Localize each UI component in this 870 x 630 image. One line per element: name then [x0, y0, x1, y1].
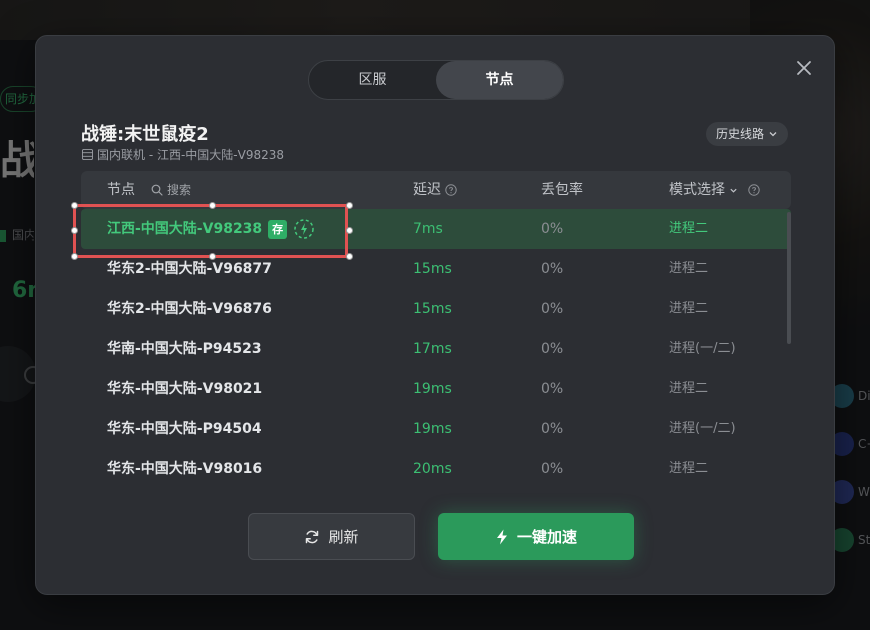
table-row[interactable]: 华东2-中国大陆-V96876 15ms 0% 进程二 [81, 289, 791, 329]
loss-cell: 0% [541, 341, 564, 357]
node-name: 华南-中国大陆-P94523 [107, 341, 262, 357]
refresh-label: 刷新 [328, 528, 359, 546]
view-tabs: 区服 节点 [308, 60, 564, 100]
table-header: 节点 搜索 延迟 丢包率 模式选择 [81, 171, 791, 209]
delay-cell: 20ms [413, 461, 452, 477]
history-routes-label: 历史线路 [715, 127, 764, 141]
lightning-icon [496, 529, 507, 544]
close-icon [797, 61, 811, 75]
tab-node[interactable]: 节点 [436, 61, 563, 99]
help-icon[interactable] [748, 184, 760, 196]
current-route-text: 国内联机 - 江西-中国大陆-V98238 [97, 148, 285, 162]
chevron-down-icon [730, 188, 737, 193]
loss-cell: 0% [541, 261, 564, 277]
help-icon[interactable] [445, 184, 457, 196]
search-icon [151, 184, 163, 196]
mode-cell: 进程二 [669, 301, 709, 316]
table-row[interactable]: 华南-中国大陆-P94523 17ms 0% 进程(一/二) [81, 329, 791, 369]
loss-cell: 0% [541, 301, 564, 317]
mode-cell: 进程(一/二) [669, 341, 736, 356]
table-row[interactable]: 江西-中国大陆-V98238 存 7ms 0% 进程二 [81, 209, 791, 249]
boost-status-icon [294, 219, 314, 239]
header-loss: 丢包率 [541, 182, 583, 198]
mode-cell: 进程二 [669, 261, 709, 276]
node-search-input[interactable]: 搜索 [151, 171, 191, 209]
node-name: 华东2-中国大陆-V96876 [107, 301, 272, 317]
loss-cell: 0% [541, 421, 564, 437]
saved-badge: 存 [268, 219, 288, 239]
refresh-button[interactable]: 刷新 [248, 513, 415, 560]
mode-cell: 进程二 [669, 381, 709, 396]
boost-label: 一键加速 [516, 528, 577, 546]
search-placeholder: 搜索 [167, 183, 192, 197]
delay-cell: 15ms [413, 301, 452, 317]
header-mode-select[interactable]: 模式选择 [669, 171, 760, 209]
table-row[interactable]: 华东-中国大陆-V98016 20ms 0% 进程二 [81, 449, 791, 489]
node-name: 华东-中国大陆-V98016 [107, 461, 263, 477]
header-mode-label: 模式选择 [669, 182, 725, 198]
resize-handle [71, 202, 78, 209]
table-row[interactable]: 华东-中国大陆-P94504 19ms 0% 进程(一/二) [81, 409, 791, 449]
close-button[interactable] [792, 56, 816, 80]
node-name: 华东2-中国大陆-V96877 [107, 261, 272, 277]
history-routes-button[interactable]: 历史线路 [705, 122, 788, 146]
table-row[interactable]: 华东-中国大陆-V98021 19ms 0% 进程二 [81, 369, 791, 409]
node-name: 华东-中国大陆-V98021 [107, 381, 263, 397]
loss-cell: 0% [541, 221, 564, 237]
loss-cell: 0% [541, 461, 564, 477]
node-table: 节点 搜索 延迟 丢包率 模式选择 江西-中国大陆-V98238 存 7ms 0… [81, 171, 791, 489]
refresh-icon [306, 530, 319, 543]
server-icon [82, 149, 93, 160]
resize-handle [71, 253, 78, 260]
loss-cell: 0% [541, 381, 564, 397]
tab-server[interactable]: 区服 [309, 61, 436, 99]
node-name-cell: 江西-中国大陆-V98238 存 [107, 209, 315, 249]
one-click-boost-button[interactable]: 一键加速 [438, 513, 634, 560]
table-row[interactable]: 华东2-中国大陆-V96877 15ms 0% 进程二 [81, 249, 791, 289]
mode-cell: 进程二 [669, 221, 709, 236]
table-scrollbar[interactable] [787, 212, 791, 344]
chevron-down-icon [769, 132, 777, 137]
delay-cell: 15ms [413, 261, 452, 277]
delay-cell: 17ms [413, 341, 452, 357]
header-delay-label: 延迟 [413, 182, 441, 198]
mode-cell: 进程二 [669, 461, 709, 476]
delay-cell: 19ms [413, 381, 452, 397]
node-name: 华东-中国大陆-P94504 [107, 421, 262, 437]
mode-cell: 进程(一/二) [669, 421, 736, 436]
node-select-dialog: 区服 节点 战锤:末世鼠疫2 国内联机 - 江西-中国大陆-V98238 历史线… [35, 35, 835, 595]
current-route: 国内联机 - 江西-中国大陆-V98238 [82, 146, 284, 163]
game-title: 战锤:末世鼠疫2 [81, 124, 209, 145]
delay-cell: 19ms [413, 421, 452, 437]
node-name: 江西-中国大陆-V98238 [107, 221, 263, 237]
delay-cell: 7ms [413, 221, 443, 237]
header-delay: 延迟 [413, 171, 457, 209]
header-node: 节点 [107, 182, 135, 198]
node-rows: 江西-中国大陆-V98238 存 7ms 0% 进程二 华东2-中国大陆-V96… [81, 209, 791, 489]
resize-handle [71, 227, 78, 234]
